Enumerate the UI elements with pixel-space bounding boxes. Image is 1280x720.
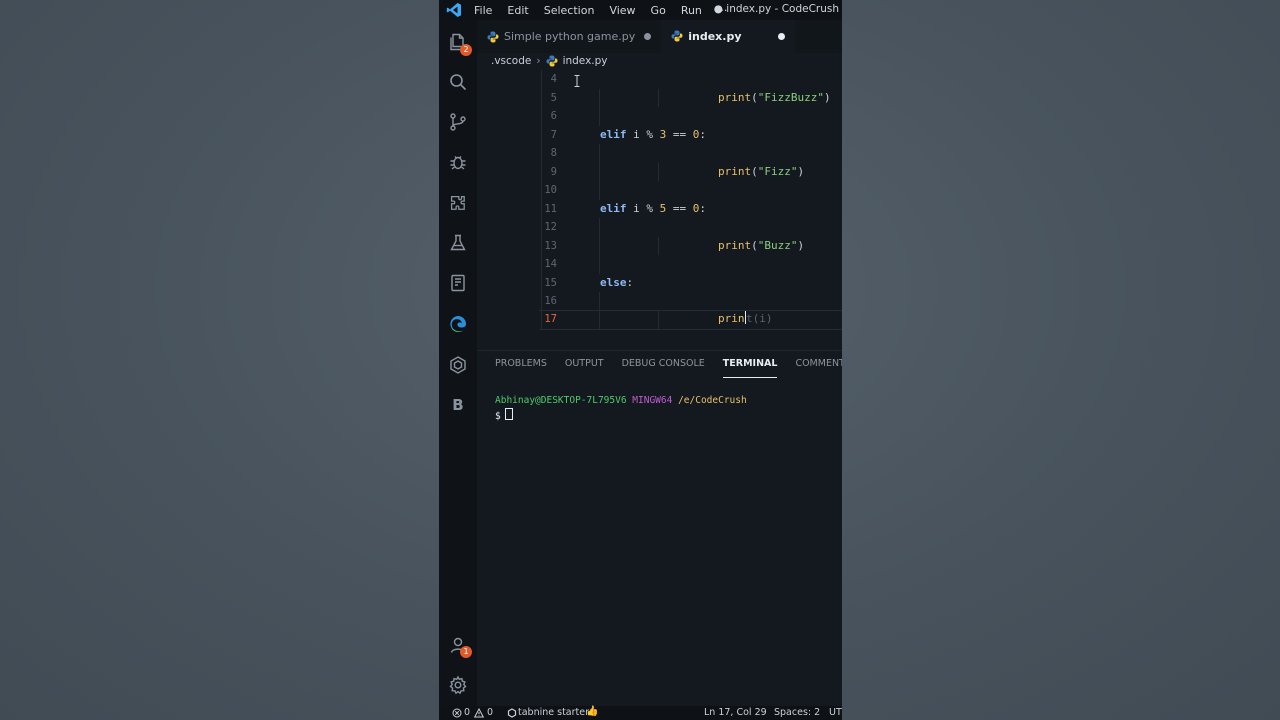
code-text: elif i % 3 == 0: [600, 127, 706, 141]
line-number: 9 [550, 165, 557, 178]
menu-selection[interactable]: Selection [544, 4, 595, 17]
menu-file[interactable]: File [474, 4, 492, 17]
testing-icon[interactable] [448, 233, 468, 253]
python-file-icon [546, 55, 558, 67]
line-number: 16 [544, 295, 557, 307]
line-number: 5 [550, 91, 557, 104]
b-icon[interactable]: B [448, 395, 468, 415]
tab-debug-console[interactable]: DEBUG CONSOLE [622, 351, 705, 377]
gear-icon[interactable] [448, 675, 468, 695]
terminal-cursor [504, 408, 513, 420]
editor-tabs: Simple python game.py index.py [477, 19, 842, 54]
tab-label: Simple python game.py [504, 30, 636, 43]
code-line: 8 [477, 144, 842, 163]
breadcrumb-file[interactable]: index.py [563, 55, 608, 67]
explorer-badge: 2 [460, 44, 472, 56]
line-number: 4 [550, 73, 557, 85]
code-line: 6 [477, 107, 842, 126]
modified-dot-icon[interactable] [644, 33, 652, 40]
code-line: 11 elif i % 5 == 0: [477, 199, 842, 218]
account-badge: 1 [460, 646, 472, 658]
line-number: 14 [544, 258, 557, 270]
code-line: 7 elif i % 3 == 0: [477, 125, 842, 144]
line-number: 7 [550, 128, 557, 141]
tab-label: index.py [688, 29, 742, 43]
bottom-panel: PROBLEMS OUTPUT DEBUG CONSOLE TERMINAL C… [477, 350, 842, 706]
hand-icon: 👍 [586, 706, 599, 717]
line-number: 15 [544, 276, 557, 289]
menu-run[interactable]: Run [681, 4, 702, 17]
code-line: 5 print("FizzBuzz") [477, 88, 842, 107]
line-number-current: 17 [544, 313, 557, 325]
code-line: 13 print("Buzz") [477, 236, 842, 255]
line-number: 12 [544, 221, 557, 233]
source-control-icon[interactable] [448, 112, 468, 132]
status-bar: 0 0 tabnine starter 👍 Ln 17, Col 29 Spac… [439, 706, 842, 720]
error-icon[interactable] [452, 708, 462, 718]
line-number: 6 [550, 110, 557, 122]
code-line: 9 print("Fizz") [477, 162, 842, 181]
modified-dot-icon[interactable] [777, 32, 785, 40]
code-line: 10 [477, 181, 842, 200]
code-text: print("Buzz") [718, 238, 805, 252]
menu-view[interactable]: View [609, 4, 635, 17]
menu-go[interactable]: Go [651, 4, 666, 17]
tab-problems[interactable]: PROBLEMS [495, 351, 547, 377]
tabnine-icon [507, 708, 517, 718]
extensions-icon[interactable] [448, 193, 468, 213]
remote-explorer-icon[interactable] [448, 273, 468, 293]
breadcrumb: .vscode › index.py [491, 53, 608, 69]
warning-count[interactable]: 0 [487, 707, 493, 718]
tab-simple-python-game[interactable]: Simple python game.py [477, 20, 661, 53]
terminal-output[interactable]: Abhinay@DESKTOP-7L795V6 MINGW64 /e/CodeC… [495, 394, 747, 424]
tab-index-py[interactable]: index.py [661, 19, 795, 54]
indentation[interactable]: Spaces: 2 [774, 707, 820, 718]
line-number: 10 [544, 184, 557, 196]
line-number: 8 [550, 147, 557, 159]
window-title: ● index.py - CodeCrush [713, 3, 839, 15]
code-line: 14 [477, 255, 842, 274]
terminal-user: Abhinay@DESKTOP-7L795V6 [495, 395, 627, 406]
cursor-position[interactable]: Ln 17, Col 29 [704, 707, 767, 718]
encoding[interactable]: UT [829, 707, 842, 718]
error-count[interactable]: 0 [464, 707, 470, 718]
tabnine-status[interactable]: tabnine starter [518, 707, 589, 718]
code-text: print("FizzBuzz") [718, 90, 831, 104]
python-file-icon [487, 31, 499, 42]
terminal-env: MINGW64 [632, 395, 673, 406]
code-editor[interactable]: 4 5 print("FizzBuzz") 6 7 elif i % 3 == … [477, 70, 842, 334]
vscode-window: File Edit Selection View Go Run ··· ● in… [439, 0, 842, 720]
menu-edit[interactable]: Edit [507, 4, 528, 17]
docker-icon[interactable] [448, 355, 468, 375]
breadcrumb-folder[interactable]: .vscode [491, 55, 531, 67]
python-file-icon [671, 30, 683, 42]
terminal-path: /e/CodeCrush [678, 395, 747, 406]
code-text: else: [600, 275, 634, 289]
search-icon[interactable] [448, 72, 468, 92]
tab-comments[interactable]: COMMENTS [795, 351, 842, 377]
activity-bar: 2 B 1 [439, 20, 477, 706]
inline-suggestion[interactable]: t(i) [746, 312, 773, 325]
panel-tabs: PROBLEMS OUTPUT DEBUG CONSOLE TERMINAL C… [477, 351, 842, 378]
code-text: elif i % 5 == 0: [600, 201, 706, 215]
title-bar: File Edit Selection View Go Run ··· ● in… [439, 0, 842, 20]
line-number: 13 [544, 239, 557, 252]
code-line: 16 [477, 292, 842, 311]
code-line: 15 else: [477, 273, 842, 292]
warning-icon[interactable] [474, 708, 484, 718]
tab-output[interactable]: OUTPUT [565, 351, 604, 377]
code-line-current: 17 prin t(i) [477, 310, 842, 329]
code-line: 4 [477, 70, 842, 89]
debug-icon[interactable] [448, 152, 468, 172]
tab-terminal[interactable]: TERMINAL [722, 351, 778, 378]
chevron-right-icon: › [536, 55, 541, 67]
code-text: print("Fizz") [718, 164, 805, 178]
code-line: 12 [477, 218, 842, 237]
vscode-logo-icon [446, 3, 461, 17]
line-number: 11 [544, 202, 557, 215]
terminal-prompt: $ [495, 411, 501, 422]
code-text: prin t(i) [718, 311, 773, 325]
edge-icon[interactable] [448, 314, 468, 334]
